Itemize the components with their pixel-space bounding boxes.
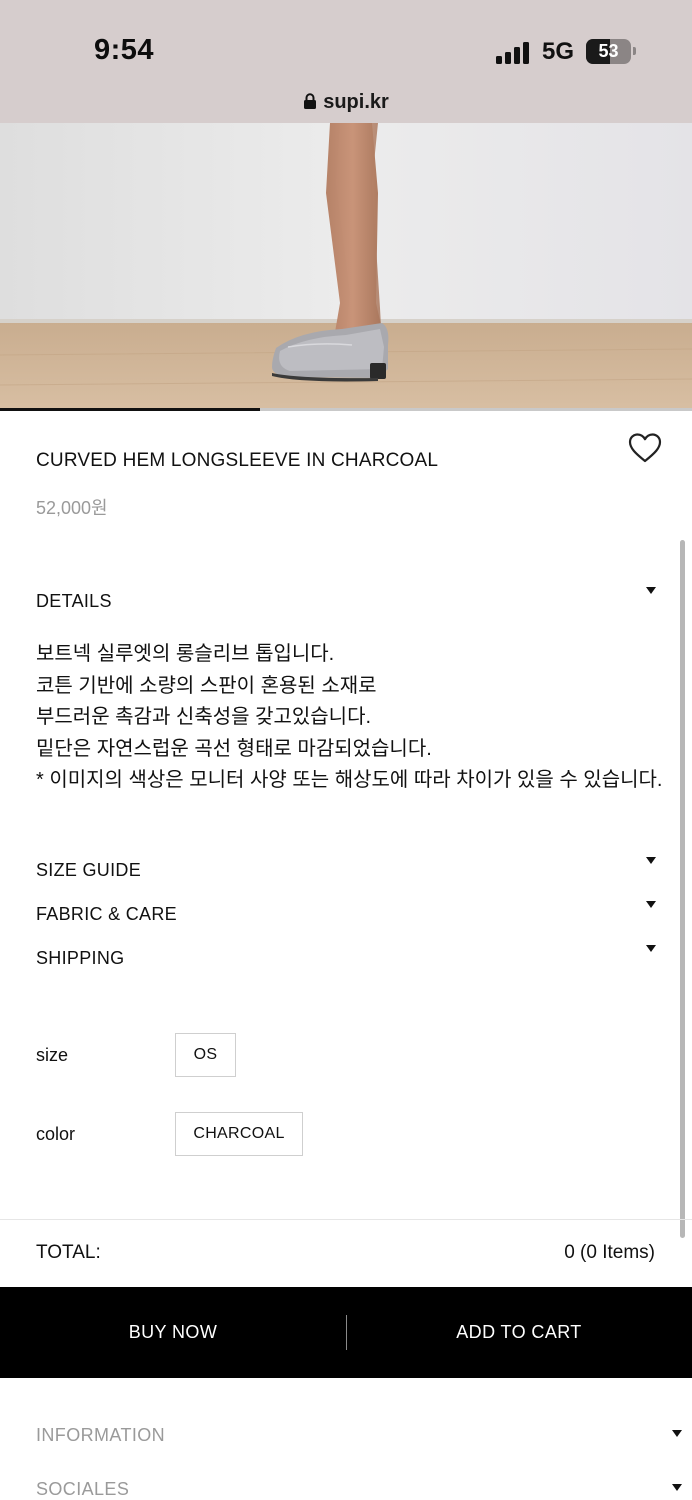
size-option-label: size	[36, 1045, 69, 1065]
product-photo	[0, 123, 692, 411]
total-label: TOTAL:	[36, 1242, 101, 1263]
scrollbar[interactable]	[680, 540, 685, 1238]
carousel-progress-bar	[0, 408, 692, 411]
action-bar: BUY NOW ADD TO CART	[0, 1287, 692, 1378]
size-option-button[interactable]: OS	[175, 1033, 236, 1077]
divider	[0, 1219, 692, 1220]
chevron-down-icon[interactable]	[672, 1430, 682, 1437]
details-line: 부드러운 촉감과 신축성을 갖고있습니다.	[36, 706, 372, 728]
footer-sociales-link[interactable]: SOCIALES	[36, 1479, 129, 1500]
add-to-cart-button[interactable]: ADD TO CART	[346, 1287, 692, 1378]
product-title: CURVED HEM LONGSLEEVE IN CHARCOAL	[36, 450, 439, 471]
accordion-fabric-care-header[interactable]: FABRIC & CARE	[36, 904, 177, 925]
chevron-down-icon[interactable]	[646, 901, 656, 908]
buy-now-button[interactable]: BUY NOW	[0, 1287, 346, 1378]
product-price: 52,000원	[36, 498, 108, 518]
chevron-down-icon[interactable]	[672, 1484, 682, 1491]
details-line: 보트넥 실루엣의 롱슬리브 톱입니다.	[36, 643, 335, 665]
heart-outline-icon[interactable]	[627, 432, 663, 464]
url-domain: supi.kr	[323, 91, 389, 113]
accordion-shipping-header[interactable]: SHIPPING	[36, 948, 124, 969]
address-bar[interactable]: supi.kr	[0, 91, 692, 114]
color-option-button[interactable]: CHARCOAL	[175, 1112, 303, 1156]
total-value: 0 (0 Items)	[564, 1242, 655, 1263]
battery-cap	[633, 47, 636, 55]
accordion-size-guide-header[interactable]: SIZE GUIDE	[36, 860, 141, 881]
signal-strength-icon	[496, 42, 532, 64]
chevron-down-icon[interactable]	[646, 857, 656, 864]
chevron-down-icon[interactable]	[646, 587, 656, 594]
lock-icon	[304, 93, 317, 109]
network-type: 5G	[542, 38, 575, 65]
status-time: 9:54	[94, 34, 155, 66]
details-line: 코튼 기반에 소량의 스판이 혼용된 소재로	[36, 674, 377, 697]
product-image-carousel[interactable]	[0, 123, 692, 411]
battery-percentage: 53	[598, 41, 619, 61]
details-line: * 이미지의 색상은 모니터 사양 또는 해상도에 따라 차이가 있을 수 있습…	[36, 769, 663, 791]
status-bar: 9:54 5G 53 supi.kr	[0, 0, 692, 123]
battery-icon: 53	[586, 39, 631, 64]
details-line: 밑단은 자연스럽운 곡선 형태로 마감되었습니다.	[36, 737, 432, 760]
details-description: 보트넥 실루엣의 롱슬리브 톱입니다. 코튼 기반에 소량의 스판이 혼용된 소…	[36, 639, 666, 797]
chevron-down-icon[interactable]	[646, 945, 656, 952]
color-option-label: color	[36, 1124, 76, 1144]
footer-information-link[interactable]: INFORMATION	[36, 1425, 165, 1446]
carousel-progress-fill	[0, 408, 260, 411]
accordion-details-header[interactable]: DETAILS	[36, 591, 112, 612]
